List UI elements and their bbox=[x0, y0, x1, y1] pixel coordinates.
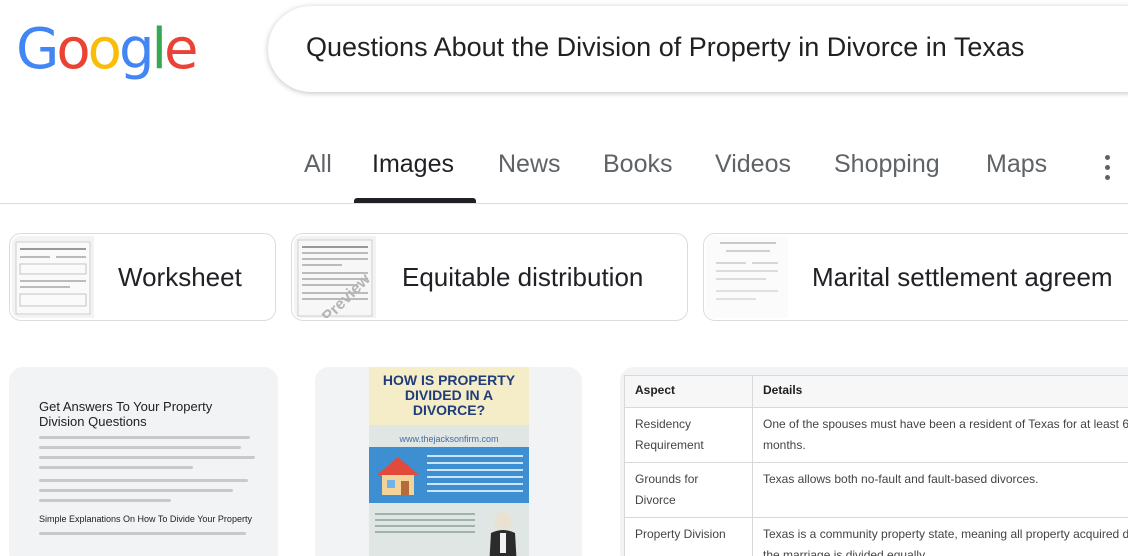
image-result-card[interactable]: HOW IS PROPERTY DIVIDED IN A DIVORCE? ww… bbox=[315, 367, 582, 556]
chip-label: Worksheet bbox=[118, 262, 242, 292]
tab-images[interactable]: Images bbox=[372, 150, 454, 179]
image-result-card[interactable]: Get Answers To Your Property Division Qu… bbox=[9, 367, 278, 556]
active-tab-indicator bbox=[354, 198, 476, 203]
chip-thumbnail bbox=[12, 236, 94, 318]
table-cell: Residency Requirement bbox=[624, 407, 753, 463]
form-thumbnail-icon: Preview bbox=[297, 239, 374, 318]
infographic-panel bbox=[369, 447, 529, 503]
google-logo[interactable]: Google bbox=[16, 17, 199, 82]
logo-letter: o bbox=[87, 17, 122, 82]
tab-maps[interactable]: Maps bbox=[986, 150, 1047, 179]
table-cell: Texas allows both no-fault and fault-bas… bbox=[752, 462, 1128, 518]
result-thumbnail-document: Get Answers To Your Property Division Qu… bbox=[39, 399, 259, 535]
chip-marital-settlement[interactable]: Marital settlement agreem bbox=[703, 233, 1128, 321]
table-cell: Grounds for Divorce bbox=[624, 462, 753, 518]
table-cell: Property Division bbox=[624, 517, 753, 556]
chip-equitable-distribution[interactable]: Preview Equitable distribution bbox=[291, 233, 688, 321]
chip-label: Marital settlement agreem bbox=[812, 262, 1113, 292]
table-header: Details bbox=[752, 375, 1128, 408]
image-result-card[interactable]: Aspect Details Residency Requirement One… bbox=[620, 367, 1128, 556]
chip-thumbnail bbox=[706, 236, 788, 318]
table-cell: Texas is a community property state, mea… bbox=[752, 517, 1128, 556]
tab-shopping[interactable]: Shopping bbox=[834, 150, 940, 179]
logo-letter: G bbox=[16, 17, 59, 82]
chip-thumbnail: Preview bbox=[294, 236, 376, 318]
search-tabs: All Images News Books Videos Shopping Ma… bbox=[0, 140, 1128, 204]
infographic-thumbnail: HOW IS PROPERTY DIVIDED IN A DIVORCE? ww… bbox=[369, 367, 529, 556]
tab-news[interactable]: News bbox=[498, 150, 561, 179]
chip-worksheet[interactable]: Worksheet bbox=[9, 233, 276, 321]
tab-videos[interactable]: Videos bbox=[715, 150, 791, 179]
table-header: Aspect bbox=[624, 375, 753, 408]
chip-label: Equitable distribution bbox=[402, 262, 644, 292]
result-heading: Get Answers To Your Property Division Qu… bbox=[39, 399, 213, 429]
result-subheading: Simple Explanations On How To Divide You… bbox=[39, 514, 252, 524]
logo-letter: l bbox=[151, 17, 166, 82]
more-vert-icon[interactable] bbox=[1096, 150, 1118, 190]
table-cell: One of the spouses must have been a resi… bbox=[752, 407, 1128, 463]
form-thumbnail-icon bbox=[15, 241, 91, 315]
tab-books[interactable]: Books bbox=[603, 150, 672, 179]
logo-letter: o bbox=[56, 17, 90, 82]
judge-icon bbox=[489, 512, 517, 556]
logo-letter: g bbox=[118, 17, 155, 82]
search-input[interactable]: Questions About the Division of Property… bbox=[306, 32, 1024, 63]
logo-letter: e bbox=[164, 17, 198, 82]
table-row: Grounds for Divorce Texas allows both no… bbox=[624, 462, 1128, 518]
infographic-url: www.thejacksonfirm.com bbox=[399, 434, 499, 444]
document-thumbnail-icon bbox=[716, 242, 778, 300]
search-box[interactable]: Questions About the Division of Property… bbox=[268, 6, 1128, 92]
house-icon bbox=[377, 457, 419, 495]
table-row: Residency Requirement One of the spouses… bbox=[624, 407, 1128, 463]
result-table: Aspect Details Residency Requirement One… bbox=[624, 375, 1128, 556]
tab-all[interactable]: All bbox=[304, 150, 332, 179]
table-row: Property Division Texas is a community p… bbox=[624, 517, 1128, 556]
infographic-title: HOW IS PROPERTY DIVIDED IN A DIVORCE? bbox=[369, 367, 529, 425]
